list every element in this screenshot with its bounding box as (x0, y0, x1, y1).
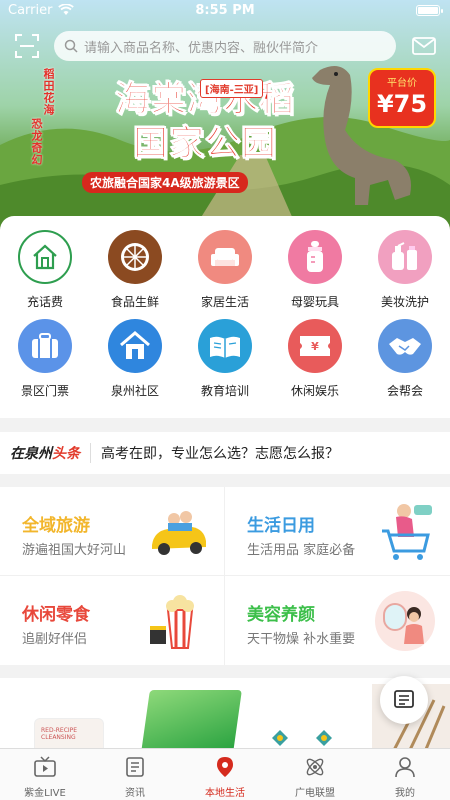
floating-list-button[interactable] (380, 676, 428, 724)
promo-title: 休闲零食 (22, 605, 90, 625)
earrings-icon (272, 730, 332, 746)
promo-grid: 全域旅游 游遍祖国大好河山 生活日用 生活用品 家庭必备 休闲零食 追剧好伴侣 … (0, 487, 450, 665)
promo-subtitle: 天干物燥 补水重要 (247, 632, 356, 647)
search-icon (64, 39, 78, 53)
promo-subtitle: 追剧好伴侣 (22, 632, 88, 647)
svg-text:¥: ¥ (311, 340, 319, 353)
promo-subtitle: 生活用品 家庭必备 (247, 543, 356, 558)
category-education[interactable]: 教育培训 (185, 319, 265, 399)
category-label: 休闲娱乐 (290, 384, 339, 398)
promo-title: 美容养颜 (247, 605, 315, 625)
handshake-icon (378, 319, 432, 373)
product-cream[interactable]: RED-RECIPE CLEANSING (34, 718, 104, 748)
promo-subtitle: 游遍祖国大好河山 (22, 543, 127, 558)
product-cream-text1: RED-RECIPE (41, 727, 78, 734)
category-label: 景区门票 (20, 384, 69, 398)
home-outline-icon (18, 230, 72, 284)
tab-label: 广电联盟 (295, 788, 335, 799)
promo-snacks[interactable]: 休闲零食 追剧好伴侣 (0, 576, 225, 665)
category-baby[interactable]: 母婴玩具 (275, 230, 355, 310)
price-value: ¥75 (376, 90, 428, 118)
tv-play-icon (34, 756, 56, 777)
status-bar: Carrier 8:55 PM (0, 0, 450, 22)
headline-brand: 在泉州头条 (10, 443, 80, 463)
tab-live[interactable]: 紫金LIVE (0, 749, 90, 800)
category-label: 家居生活 (200, 295, 249, 309)
product-earrings[interactable] (268, 726, 348, 748)
suitcase-icon (18, 319, 72, 373)
headline-brand-a: 在泉州 (10, 446, 52, 462)
status-time: 8:55 PM (195, 3, 255, 18)
banner-side-text-right: 恐龙奇幻 (30, 118, 43, 166)
category-label: 母婴玩具 (290, 295, 339, 309)
battery-icon (416, 5, 443, 16)
popcorn-icon (150, 595, 194, 649)
banner-region-tag: [海南-三亚] (200, 79, 264, 98)
product-green-box[interactable] (140, 690, 242, 748)
category-label: 泉州社区 (110, 384, 159, 398)
tab-label: 本地生活 (205, 788, 245, 799)
category-beauty[interactable]: 美妆洗护 (365, 230, 445, 310)
person-icon (395, 757, 415, 778)
book-icon (198, 319, 252, 373)
search-placeholder: 请输入商品名称、优惠内容、融伙伴简介 (84, 40, 319, 56)
banner-side-text-left: 稻田花海 (42, 68, 55, 116)
tab-alliance[interactable]: 广电联盟 (270, 749, 360, 800)
category-label: 食品生鲜 (110, 295, 159, 309)
house-icon (108, 319, 162, 373)
scan-icon[interactable] (14, 33, 40, 59)
shopping-cart-icon (382, 504, 432, 560)
category-community[interactable]: 泉州社区 (95, 319, 175, 399)
atom-icon (306, 758, 324, 776)
list-icon (394, 690, 414, 708)
car-trip-icon (152, 511, 206, 555)
category-leisure[interactable]: ¥ 休闲娱乐 (275, 319, 355, 399)
category-label: 充话费 (26, 295, 63, 309)
promo-daily[interactable]: 生活日用 生活用品 家庭必备 (225, 487, 450, 576)
sofa-icon (198, 230, 252, 284)
product-cream-text2: CLEANSING (41, 734, 76, 741)
category-grid: 充话费 食品生鲜 家居生活 母婴玩具 美妆洗护 景区门票 泉州社区 教育培训 ¥… (0, 216, 450, 418)
tab-news[interactable]: 资讯 (90, 749, 180, 800)
bottom-tab-bar: 紫金LIVE 资讯 本地生活 广电联盟 我的 (0, 748, 450, 800)
headline-divider (90, 443, 91, 463)
category-tickets[interactable]: 景区门票 (5, 319, 85, 399)
citrus-icon (108, 230, 162, 284)
hero-banner[interactable]: Carrier 8:55 PM 请输入商品名称、优惠内容、融伙伴简介 稻田花海 … (0, 0, 450, 235)
promo-beauty[interactable]: 美容养颜 天干物燥 补水重要 (225, 576, 450, 665)
tab-label: 资讯 (125, 788, 145, 799)
search-bar[interactable]: 请输入商品名称、优惠内容、融伙伴简介 (54, 31, 396, 61)
tab-local-life[interactable]: 本地生活 (180, 749, 270, 800)
price-badge: 平台价 ¥75 (368, 68, 436, 128)
tab-label: 紫金LIVE (24, 788, 66, 799)
headline-ticker[interactable]: 在泉州头条 高考在即，专业怎么选？志愿怎么报？ (0, 432, 450, 474)
mirror-beauty-icon (375, 591, 435, 651)
ticket-icon: ¥ (288, 319, 342, 373)
location-pin-icon (217, 757, 233, 777)
banner-subtitle: 农旅融合国家4A级旅游景区 (82, 172, 248, 193)
mail-icon[interactable] (412, 36, 436, 56)
baby-bottle-icon (288, 230, 342, 284)
headline-text: 高考在即，专业怎么选？志愿怎么报？ (101, 446, 339, 462)
promo-title: 生活日用 (247, 516, 315, 536)
promo-travel[interactable]: 全域旅游 游遍祖国大好河山 (0, 487, 225, 576)
category-label: 教育培训 (200, 384, 249, 398)
category-recharge[interactable]: 充话费 (5, 230, 85, 310)
category-food[interactable]: 食品生鲜 (95, 230, 175, 310)
banner-title-line2: 国家公园 (132, 124, 277, 165)
headline-brand-b: 头条 (52, 446, 80, 462)
tab-mine[interactable]: 我的 (360, 749, 450, 800)
category-home[interactable]: 家居生活 (185, 230, 265, 310)
category-label: 美妆洗护 (380, 295, 429, 309)
cosmetics-icon (378, 230, 432, 284)
category-association[interactable]: 会帮会 (365, 319, 445, 399)
price-label: 平台价 (387, 78, 417, 89)
news-icon (126, 757, 144, 777)
tab-label: 我的 (395, 788, 415, 799)
category-label: 会帮会 (386, 384, 423, 398)
promo-title: 全域旅游 (22, 516, 90, 536)
